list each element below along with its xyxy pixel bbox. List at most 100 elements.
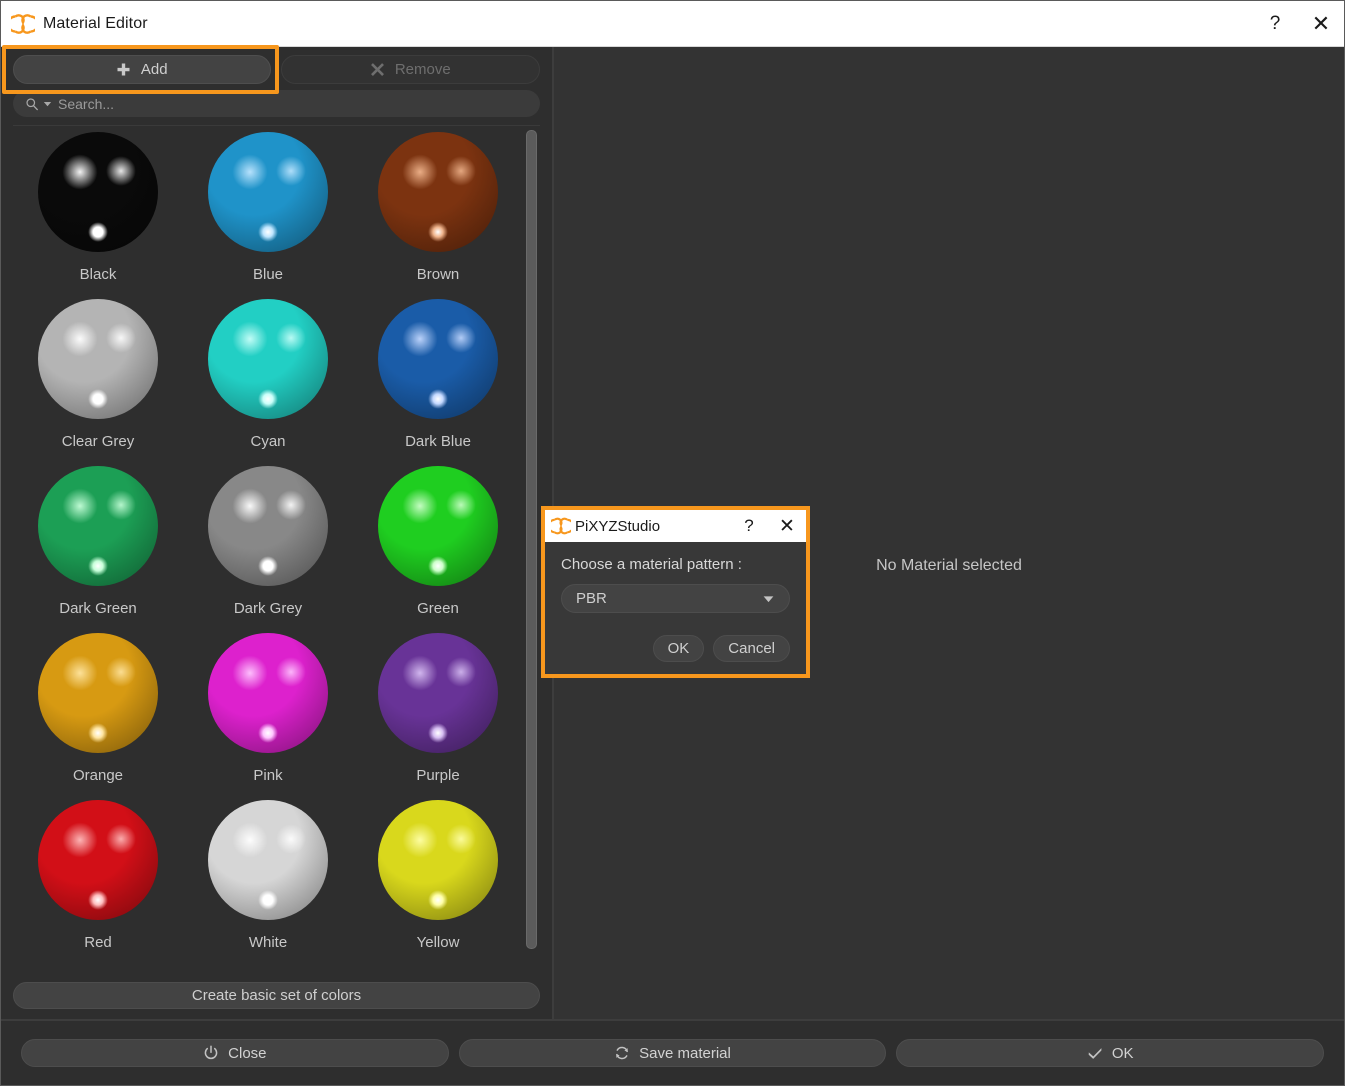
dialog-prompt-label: Choose a material pattern : [561, 556, 742, 573]
sphere-highlight [258, 723, 278, 743]
sphere-highlight [274, 655, 308, 689]
material-item[interactable]: Green [353, 466, 523, 633]
material-item[interactable]: Yellow [353, 800, 523, 967]
x-mark-icon [370, 63, 384, 76]
remove-material-button[interactable]: Remove [280, 55, 540, 84]
save-material-button[interactable]: Save material [458, 1039, 887, 1067]
dialog-title: PiXYZStudio [575, 517, 661, 535]
sphere-highlight [88, 389, 108, 409]
power-icon [204, 1045, 218, 1060]
sphere-highlight [274, 822, 308, 856]
material-sphere [208, 132, 328, 252]
material-item[interactable]: White [183, 800, 353, 967]
material-label: Cyan [250, 433, 286, 450]
material-sphere [378, 800, 498, 920]
material-sphere [38, 299, 158, 419]
sphere-highlight [258, 556, 278, 576]
scrollbar-thumb[interactable] [526, 130, 537, 949]
material-label: Clear Grey [61, 433, 135, 450]
create-basic-set-button[interactable]: Create basic set of colors [13, 982, 540, 1009]
material-item[interactable]: Purple [353, 633, 523, 800]
material-item[interactable]: Dark Grey [183, 466, 353, 633]
sphere-highlight [104, 154, 138, 188]
sphere-highlight [444, 822, 478, 856]
ok-button[interactable]: OK [896, 1039, 1325, 1067]
material-item[interactable]: Cyan [183, 299, 353, 466]
dialog-cancel-button[interactable]: Cancel [713, 635, 790, 662]
search-placeholder: Search... [58, 95, 115, 112]
search-icon [26, 97, 38, 110]
dialog-button-row: OK Cancel [561, 635, 790, 664]
material-sphere [378, 132, 498, 252]
material-label: Orange [72, 767, 124, 784]
sphere-highlight [230, 152, 270, 192]
sphere-highlight [60, 486, 100, 526]
material-sphere [38, 132, 158, 252]
caret-down-icon[interactable] [42, 98, 53, 109]
material-item[interactable]: Black [13, 132, 183, 299]
sphere-highlight [60, 653, 100, 693]
material-label: Dark Green [59, 600, 137, 617]
dialog-help-button[interactable]: ? [730, 511, 768, 542]
material-item[interactable]: Blue [183, 132, 353, 299]
material-item[interactable]: Clear Grey [13, 299, 183, 466]
sphere-highlight [258, 890, 278, 910]
window-help-button[interactable]: ? [1252, 1, 1298, 46]
window-close-button[interactable]: ✕ [1298, 1, 1344, 46]
material-label: Black [79, 266, 117, 283]
material-list-scrollbar[interactable] [523, 126, 540, 974]
remove-button-label: Remove [394, 61, 451, 78]
sphere-highlight [88, 222, 108, 242]
dialog-close-button[interactable]: ✕ [768, 511, 806, 542]
material-label: Blue [252, 266, 284, 283]
sphere-highlight [88, 556, 108, 576]
refresh-icon [616, 1046, 628, 1060]
sphere-highlight [88, 890, 108, 910]
material-sphere [208, 466, 328, 586]
plus-icon [117, 63, 130, 76]
sphere-highlight [428, 222, 448, 242]
ok-button-label: OK [1111, 1044, 1134, 1062]
material-sphere [208, 633, 328, 753]
sphere-highlight [104, 488, 138, 522]
material-pattern-select[interactable]: PBR [561, 584, 790, 613]
sphere-highlight [60, 319, 100, 359]
material-sphere [378, 299, 498, 419]
sphere-highlight [400, 653, 440, 693]
sphere-highlight [230, 653, 270, 693]
add-material-button[interactable]: Add [13, 55, 271, 84]
sphere-highlight [428, 389, 448, 409]
material-item[interactable]: Pink [183, 633, 353, 800]
sphere-highlight [60, 820, 100, 860]
material-label: Green [417, 600, 459, 617]
sphere-highlight [444, 154, 478, 188]
search-input[interactable]: Search... [13, 90, 540, 117]
material-item[interactable]: Dark Green [13, 466, 183, 633]
sphere-highlight [400, 319, 440, 359]
close-button[interactable]: Close [21, 1039, 449, 1067]
material-item[interactable]: Orange [13, 633, 183, 800]
sphere-highlight [274, 321, 308, 355]
material-label: White [248, 934, 288, 951]
sphere-highlight [274, 154, 308, 188]
material-sphere [208, 800, 328, 920]
dialog-ok-button[interactable]: OK [652, 635, 705, 662]
save-material-label: Save material [639, 1044, 731, 1062]
check-icon [1088, 1048, 1102, 1059]
add-button-highlight: Add [2, 45, 278, 94]
material-item[interactable]: Brown [353, 132, 523, 299]
sphere-highlight [60, 152, 100, 192]
material-item[interactable]: Dark Blue [353, 299, 523, 466]
caret-down-icon [763, 596, 774, 603]
material-label: Red [84, 934, 112, 951]
sphere-highlight [400, 152, 440, 192]
create-basic-set-label: Create basic set of colors [191, 987, 362, 1004]
material-label: Pink [253, 767, 283, 784]
material-label: Dark Blue [405, 433, 471, 450]
sphere-highlight [444, 488, 478, 522]
material-item[interactable]: Red [13, 800, 183, 967]
sphere-highlight [444, 655, 478, 689]
material-label: Purple [416, 767, 460, 784]
sphere-highlight [274, 488, 308, 522]
material-sphere [38, 800, 158, 920]
